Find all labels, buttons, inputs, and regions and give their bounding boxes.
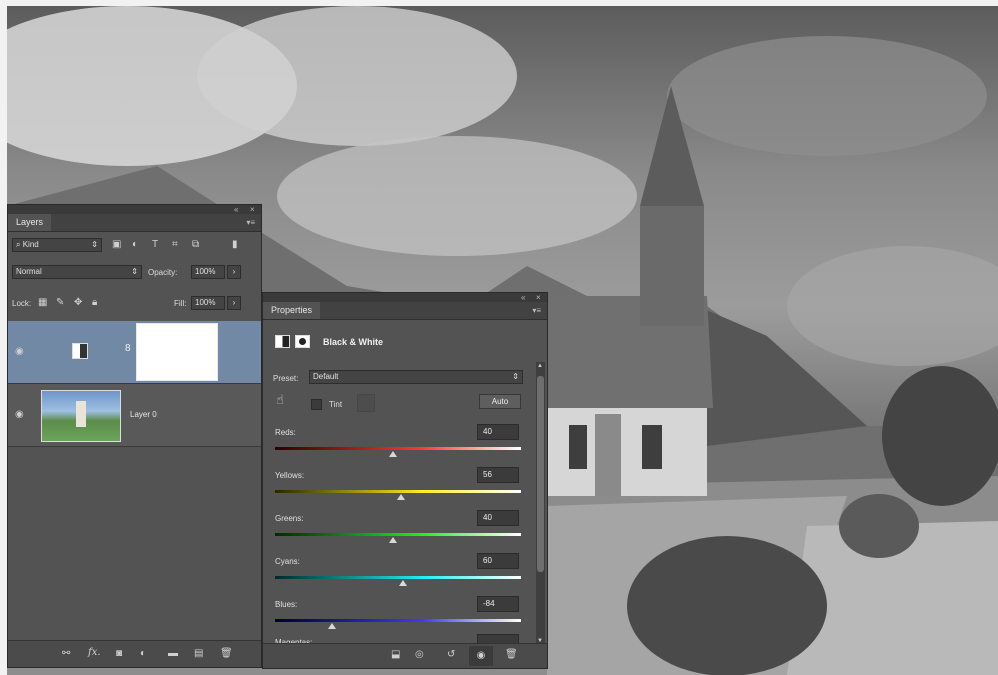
black-white-adjustment-icon bbox=[72, 343, 88, 359]
collapse-icon[interactable]: « bbox=[521, 293, 525, 302]
scroll-up-icon[interactable]: ▲ bbox=[537, 363, 543, 369]
new-layer-icon[interactable]: ▤ bbox=[194, 648, 203, 660]
collapse-icon[interactable]: « bbox=[234, 205, 238, 214]
layers-panel-titlebar[interactable]: « × bbox=[8, 205, 261, 214]
greens-slider-track[interactable] bbox=[275, 533, 521, 536]
layers-footer: ⚯ fx. ◙ ◐ ▬ ▤ 🗑︎ bbox=[8, 640, 261, 667]
search-icon: ⌕ bbox=[16, 240, 23, 249]
filter-smart-object-icon[interactable]: ⧉ bbox=[192, 239, 199, 251]
opacity-dropdown-icon[interactable]: › bbox=[227, 265, 241, 279]
reset-icon[interactable]: ↺ bbox=[447, 649, 455, 661]
blues-label: Blues: bbox=[275, 600, 298, 609]
auto-button[interactable]: Auto bbox=[479, 394, 521, 409]
church-thumbnail-shape bbox=[76, 401, 86, 427]
tint-label: Tint bbox=[329, 400, 343, 409]
trash-icon[interactable]: 🗑︎ bbox=[220, 648, 233, 660]
greens-label: Greens: bbox=[275, 514, 304, 523]
tint-checkbox[interactable] bbox=[311, 399, 322, 410]
opacity-input[interactable]: 100% bbox=[191, 265, 225, 279]
layer-image-thumbnail[interactable] bbox=[41, 390, 121, 442]
properties-footer: ⬓ ◎ ↺ ◉ 🗑︎ bbox=[263, 643, 547, 668]
toggle-visibility-eye-icon[interactable]: ◉ bbox=[469, 646, 493, 666]
yellows-slider-track[interactable] bbox=[275, 490, 521, 493]
tab-layers[interactable]: Layers bbox=[8, 214, 52, 231]
blues-value-input[interactable]: -84 bbox=[477, 596, 519, 612]
add-mask-icon[interactable]: ◙ bbox=[116, 648, 122, 660]
tint-color-swatch[interactable] bbox=[357, 394, 375, 412]
greens-slider-thumb[interactable] bbox=[389, 537, 398, 543]
blend-mode-select[interactable]: Normal ⇕ bbox=[12, 265, 142, 279]
cyans-value-input[interactable]: 60 bbox=[477, 553, 519, 569]
yellows-slider-thumb[interactable] bbox=[396, 494, 405, 500]
lock-label: Lock: bbox=[12, 299, 32, 308]
layers-panel: « × Layers ▾≡ ⌕ Kind ⇕ ▣ ◐ T ⌗ ⧉ ▮ Norma… bbox=[7, 204, 262, 668]
view-previous-state-icon[interactable]: ◎ bbox=[415, 649, 424, 661]
layer-filter-select[interactable]: ⌕ Kind ⇕ bbox=[12, 238, 102, 252]
reds-value-input[interactable]: 40 bbox=[477, 424, 519, 440]
cyans-slider-track[interactable] bbox=[275, 576, 521, 579]
panel-menu-icon[interactable]: ▾≡ bbox=[532, 306, 541, 315]
targeted-adjustment-hand-icon[interactable]: ☝︎ bbox=[276, 393, 284, 406]
layer-row-adjustment[interactable]: ◉ 8 bbox=[8, 321, 261, 384]
chevron-updown-icon: ⇕ bbox=[91, 240, 98, 249]
close-icon[interactable]: × bbox=[536, 293, 541, 302]
filter-shape-icon[interactable]: ⌗ bbox=[172, 239, 178, 251]
folder-icon[interactable]: ▬ bbox=[168, 648, 178, 660]
link-layers-icon[interactable]: ⚯ bbox=[62, 648, 70, 660]
reds-slider-track[interactable] bbox=[275, 447, 521, 450]
fill-input[interactable]: 100% bbox=[191, 296, 225, 310]
mask-icon[interactable] bbox=[295, 335, 310, 348]
panel-menu-icon[interactable]: ▾≡ bbox=[246, 218, 255, 227]
layer-name-label: Layer 0 bbox=[130, 410, 157, 419]
chevron-updown-icon: ⇕ bbox=[512, 372, 519, 381]
trash-icon[interactable]: 🗑︎ bbox=[505, 649, 518, 661]
visibility-eye-icon[interactable]: ◉ bbox=[15, 409, 24, 420]
fill-dropdown-icon[interactable]: › bbox=[227, 296, 241, 310]
fill-label: Fill: bbox=[174, 299, 187, 308]
cyans-label: Cyans: bbox=[275, 557, 300, 566]
layer-mask-thumbnail[interactable] bbox=[136, 323, 218, 381]
properties-panel: « × Properties ▾≡ Black & White Preset: … bbox=[262, 292, 548, 669]
filter-kind-label: Kind bbox=[22, 240, 39, 249]
cyans-slider-thumb[interactable] bbox=[398, 580, 407, 586]
reds-label: Reds: bbox=[275, 428, 296, 437]
mask-link-icon[interactable]: 8 bbox=[125, 343, 131, 354]
properties-panel-titlebar[interactable]: « × bbox=[263, 293, 547, 302]
tab-properties[interactable]: Properties bbox=[263, 302, 321, 319]
layer-row-layer-0[interactable]: ◉ Layer 0 bbox=[8, 384, 261, 447]
clip-to-layer-icon[interactable]: ⬓ bbox=[391, 649, 400, 661]
opacity-label: Opacity: bbox=[148, 268, 178, 277]
yellows-value-input[interactable]: 56 bbox=[477, 467, 519, 483]
preset-label: Preset: bbox=[273, 374, 299, 383]
preset-value: Default bbox=[313, 372, 339, 381]
preset-select[interactable]: Default ⇕ bbox=[309, 370, 523, 384]
visibility-eye-icon[interactable]: ◉ bbox=[15, 346, 24, 357]
reds-slider-thumb[interactable] bbox=[389, 451, 398, 457]
greens-value-input[interactable]: 40 bbox=[477, 510, 519, 526]
lock-image-icon[interactable]: ✎ bbox=[56, 297, 64, 309]
lock-transparent-icon[interactable]: ▦ bbox=[38, 297, 47, 309]
scrollbar-thumb[interactable] bbox=[537, 376, 544, 572]
lock-all-icon[interactable]: 🔒︎ bbox=[92, 297, 97, 309]
blend-mode-value: Normal bbox=[16, 267, 42, 276]
filter-pixel-icon[interactable]: ▣ bbox=[112, 239, 121, 251]
fx-icon[interactable]: fx. bbox=[88, 647, 101, 659]
black-white-adjustment-icon[interactable] bbox=[275, 335, 290, 348]
chevron-updown-icon: ⇕ bbox=[131, 267, 138, 276]
blues-slider-track[interactable] bbox=[275, 619, 521, 622]
filter-toggle-icon[interactable]: ▮ bbox=[232, 239, 238, 251]
filter-adjustment-icon[interactable]: ◐ bbox=[132, 239, 138, 251]
adjustment-title: Black & White bbox=[323, 337, 384, 347]
blues-slider-thumb[interactable] bbox=[328, 623, 337, 629]
yellows-label: Yellows: bbox=[275, 471, 305, 480]
close-icon[interactable]: × bbox=[250, 205, 255, 214]
filter-type-icon[interactable]: T bbox=[152, 239, 158, 251]
new-adjustment-icon[interactable]: ◐ bbox=[140, 648, 146, 660]
properties-scrollbar[interactable]: ▲ ▼ bbox=[536, 362, 545, 645]
lock-position-icon[interactable]: ✥ bbox=[74, 297, 82, 309]
